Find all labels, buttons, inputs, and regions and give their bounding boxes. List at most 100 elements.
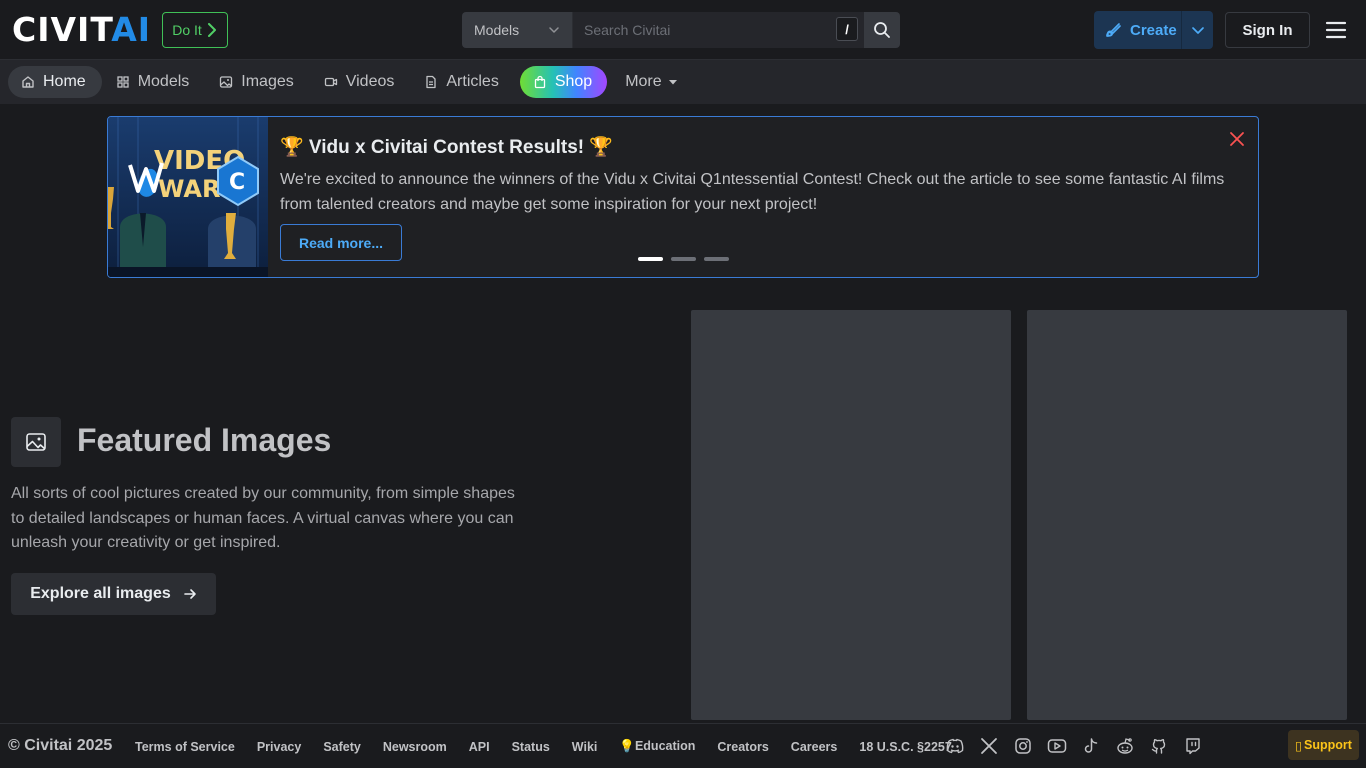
search-bar: Models /: [462, 12, 900, 48]
support-icon: ▯: [1295, 738, 1302, 753]
chevron-down-icon: [549, 27, 559, 33]
file-icon: [426, 75, 437, 89]
banner-text: We're excited to announce the winners of…: [280, 171, 1225, 213]
social-links: [945, 736, 1203, 756]
support-button[interactable]: ▯ Support: [1288, 730, 1359, 760]
create-label: Create: [1130, 21, 1177, 39]
footer-link-wiki[interactable]: Wiki: [561, 740, 609, 754]
image-icon: [220, 76, 233, 88]
featured-images-title: Featured Images: [77, 422, 332, 458]
footer: © Civitai 2025 Terms of Service Privacy …: [0, 723, 1366, 768]
featured-images-description: All sorts of cool pictures created by ou…: [11, 485, 515, 551]
civitai-logo[interactable]: CIVITAI: [12, 13, 152, 46]
support-label: Support: [1303, 738, 1352, 752]
create-button[interactable]: Create: [1094, 11, 1182, 49]
twitch-icon: [1186, 738, 1200, 755]
close-icon: [1230, 132, 1244, 146]
explore-all-images-label: Explore all images: [30, 585, 171, 602]
footer-link-terms[interactable]: Terms of Service: [124, 740, 246, 754]
brush-icon: [1106, 23, 1121, 37]
nav-shop-label: Shop: [554, 73, 593, 90]
top-header: CIVITAI Do It Models / Create Sign In: [0, 0, 1366, 60]
chevron-right-icon: [207, 23, 216, 37]
nav-more[interactable]: More: [608, 66, 693, 98]
menu-button[interactable]: [1325, 20, 1347, 40]
featured-image-card[interactable]: [691, 310, 1011, 720]
copyright-text: © Civitai 2025: [8, 737, 113, 754]
footer-link-newsroom[interactable]: Newsroom: [372, 740, 458, 754]
search-type-select[interactable]: Models: [462, 12, 573, 48]
search-shortcut-key: /: [836, 17, 858, 41]
nav-images[interactable]: Images: [206, 66, 309, 98]
footer-link-privacy[interactable]: Privacy: [246, 740, 312, 754]
discord-icon: [946, 738, 964, 754]
youtube-icon: [1047, 739, 1067, 753]
grid-icon: [117, 76, 129, 88]
nav-videos-label: Videos: [345, 73, 395, 90]
sign-in-button[interactable]: Sign In: [1225, 12, 1310, 48]
banner-close-button[interactable]: [1229, 131, 1245, 147]
footer-link-safety[interactable]: Safety: [312, 740, 372, 754]
banner-title: 🏆 Vidu x Civitai Contest Results! 🏆: [280, 137, 614, 158]
reddit-icon: [1117, 738, 1133, 754]
create-dropdown-button[interactable]: [1182, 11, 1213, 49]
carousel-indicators: [638, 257, 729, 261]
nav-home-label: Home: [43, 73, 86, 90]
video-icon: [324, 77, 337, 87]
announcement-banner: VIDEO WARDS C 🏆 Vidu x Civitai Contest R…: [107, 116, 1259, 278]
logo-text-civit: CIVIT: [12, 10, 112, 49]
read-more-button[interactable]: Read more...: [280, 224, 402, 261]
caret-down-icon: [668, 80, 677, 85]
nav-articles[interactable]: Articles: [411, 66, 514, 98]
tiktok-link[interactable]: [1081, 736, 1101, 756]
do-it-label: Do It: [172, 22, 202, 38]
github-icon: [1151, 739, 1166, 754]
banner-image: VIDEO WARDS C: [108, 117, 268, 277]
featured-image-card[interactable]: [1027, 310, 1347, 720]
x-icon: [981, 738, 997, 754]
logo-text-ai: AI: [111, 10, 152, 49]
shopping-bag-icon: [534, 75, 545, 89]
main-nav: Home Models Images Videos Articles Shop …: [0, 60, 1366, 104]
chevron-down-icon: [1191, 27, 1204, 34]
nav-videos[interactable]: Videos: [311, 66, 411, 98]
featured-images-icon-box: [11, 417, 61, 467]
nav-images-label: Images: [241, 73, 294, 90]
instagram-icon: [1015, 738, 1031, 754]
footer-link-careers[interactable]: Careers: [780, 740, 849, 754]
explore-all-images-button[interactable]: Explore all images: [11, 573, 216, 615]
youtube-link[interactable]: [1047, 736, 1067, 756]
nav-more-label: More: [625, 73, 662, 90]
instagram-link[interactable]: [1013, 736, 1033, 756]
carousel-dot-1[interactable]: [638, 257, 663, 261]
footer-link-education[interactable]: 💡Education: [608, 739, 706, 754]
hamburger-menu-icon: [1325, 21, 1347, 39]
nav-models[interactable]: Models: [103, 66, 206, 98]
svg-text:C: C: [229, 170, 245, 195]
reddit-link[interactable]: [1115, 736, 1135, 756]
do-it-button[interactable]: Do It: [162, 12, 228, 48]
footer-link-status[interactable]: Status: [501, 740, 561, 754]
footer-link-api[interactable]: API: [458, 740, 501, 754]
search-input-container: /: [573, 12, 864, 48]
search-button[interactable]: [864, 12, 900, 48]
tiktok-icon: [1084, 738, 1098, 753]
carousel-dot-2[interactable]: [671, 257, 696, 261]
footer-link-creators[interactable]: Creators: [706, 740, 779, 754]
create-button-group: Create: [1094, 11, 1213, 49]
arrow-right-icon: [183, 589, 196, 599]
discord-link[interactable]: [945, 736, 965, 756]
carousel-dot-3[interactable]: [704, 257, 729, 261]
nav-home[interactable]: Home: [8, 66, 102, 98]
search-type-value: Models: [474, 22, 520, 38]
x-link[interactable]: [979, 736, 999, 756]
github-link[interactable]: [1149, 736, 1169, 756]
home-icon: [22, 76, 34, 88]
nav-articles-label: Articles: [446, 73, 499, 90]
image-icon: [26, 433, 46, 451]
nav-models-label: Models: [137, 73, 190, 90]
search-icon: [874, 22, 890, 38]
search-input[interactable]: [573, 12, 864, 48]
nav-shop[interactable]: Shop: [519, 66, 608, 98]
twitch-link[interactable]: [1183, 736, 1203, 756]
